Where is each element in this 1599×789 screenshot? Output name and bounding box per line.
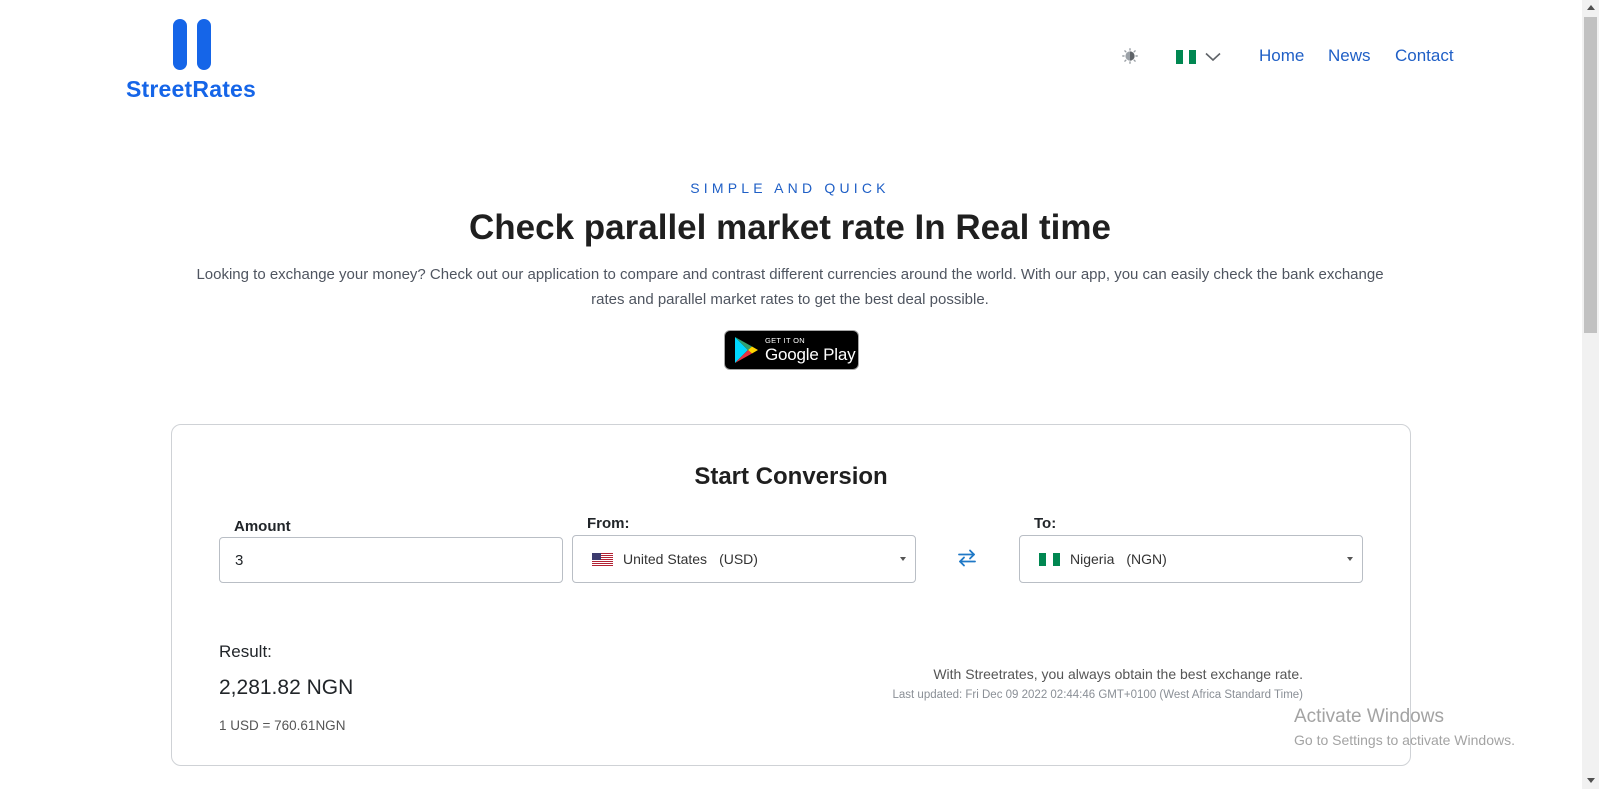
google-play-badge[interactable]: GET IT ON Google Play xyxy=(724,330,859,370)
badge-store-name: Google Play xyxy=(765,345,856,365)
scroll-down-arrow-icon[interactable] xyxy=(1587,778,1595,783)
conversion-card: Start Conversion Amount From: To: United… xyxy=(171,424,1411,766)
activate-windows-subtitle: Go to Settings to activate Windows. xyxy=(1294,732,1515,748)
hero-eyebrow: SIMPLE AND QUICK xyxy=(690,180,890,196)
from-country: United States xyxy=(623,551,708,567)
nigeria-flag-icon xyxy=(1039,552,1060,566)
last-updated: Last updated: Fri Dec 09 2022 02:44:46 G… xyxy=(892,689,1304,701)
activate-windows-title: Activate Windows xyxy=(1294,706,1444,727)
us-flag-icon xyxy=(592,552,613,566)
hero-headline: Check parallel market rate In Real time xyxy=(469,208,1111,247)
result-value: 2,281.82 NGN xyxy=(219,676,354,699)
to-currency-select[interactable]: Nigeria (NGN) xyxy=(1019,535,1363,583)
result-label: Result: xyxy=(219,642,272,661)
to-code: (NGN) xyxy=(1126,551,1167,567)
hero-description: Looking to exchange your money? Check ou… xyxy=(196,266,1384,308)
from-currency-select[interactable]: United States (USD) xyxy=(572,535,916,583)
page-scrollbar[interactable] xyxy=(1582,0,1599,789)
google-play-icon xyxy=(735,337,758,363)
amount-input[interactable] xyxy=(219,537,563,583)
nav-news-link[interactable]: News xyxy=(1328,46,1371,66)
nigeria-flag-icon xyxy=(1176,50,1197,64)
conversion-title: Start Conversion xyxy=(694,463,888,490)
scroll-thumb[interactable] xyxy=(1584,17,1597,333)
scroll-up-arrow-icon[interactable] xyxy=(1587,5,1595,10)
badge-small-text: GET IT ON xyxy=(765,335,805,345)
streetrates-logo[interactable]: StreetRates xyxy=(126,19,261,104)
to-country: Nigeria xyxy=(1070,551,1115,567)
tagline: With Streetrates, you always obtain the … xyxy=(933,666,1303,682)
logo-mark-icon xyxy=(173,19,213,71)
chevron-down-icon xyxy=(1205,52,1221,62)
language-selector[interactable] xyxy=(1176,46,1232,68)
dropdown-caret-icon xyxy=(900,557,906,561)
swap-arrows-icon[interactable] xyxy=(957,549,977,567)
to-label: To: xyxy=(1034,515,1057,532)
logo-text: StreetRates xyxy=(126,76,257,102)
from-code: (USD) xyxy=(719,551,758,567)
exchange-rate: 1 USD = 760.61NGN xyxy=(219,718,346,733)
nav-home-link[interactable]: Home xyxy=(1259,46,1304,66)
dropdown-caret-icon xyxy=(1347,557,1353,561)
brightness-icon[interactable] xyxy=(1122,48,1138,64)
nav-contact-link[interactable]: Contact xyxy=(1395,46,1454,66)
from-label: From: xyxy=(587,515,630,532)
amount-label: Amount xyxy=(234,518,291,535)
